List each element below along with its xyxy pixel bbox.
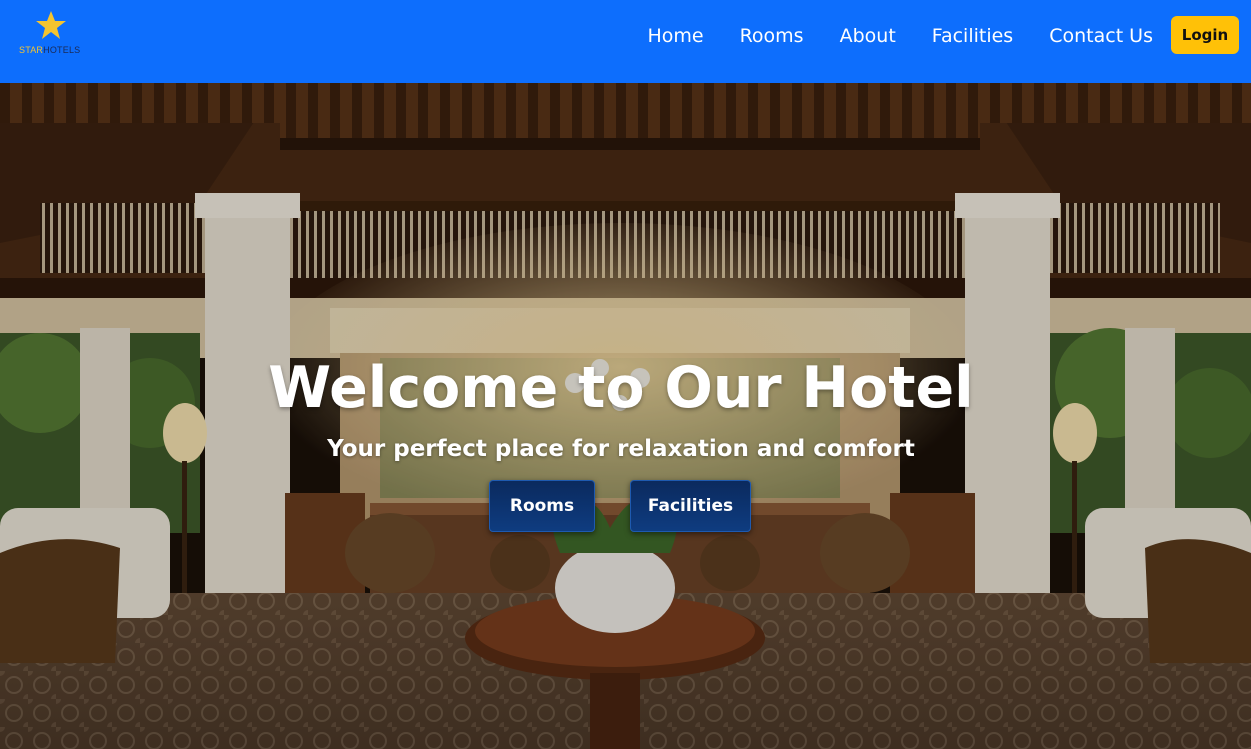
nav-link-rooms[interactable]: Rooms xyxy=(740,25,804,47)
star-icon xyxy=(36,11,66,39)
nav-link-home[interactable]: Home xyxy=(647,25,703,47)
brand-name: STARHOTELS xyxy=(19,45,80,55)
hero-facilities-button[interactable]: Facilities xyxy=(630,480,751,532)
nav-link-facilities[interactable]: Facilities xyxy=(932,25,1013,47)
nav-menu: Home Rooms About Facilities Contact Us xyxy=(611,0,1153,72)
hero-section: Welcome to Our Hotel Your perfect place … xyxy=(0,83,1251,749)
hero-rooms-button[interactable]: Rooms xyxy=(489,480,595,532)
hero-subtitle: Your perfect place for relaxation and co… xyxy=(327,436,915,462)
brand-name-hotels: HOTELS xyxy=(43,45,81,55)
nav-link-about[interactable]: About xyxy=(840,25,896,47)
brand-name-star: STAR xyxy=(19,45,44,55)
login-button[interactable]: Login xyxy=(1171,16,1239,54)
brand-logo[interactable]: STARHOTELS xyxy=(18,10,88,60)
navbar: STARHOTELS Home Rooms About Facilities C… xyxy=(0,0,1251,83)
hero-title: Welcome to Our Hotel xyxy=(268,355,974,421)
nav-link-contact[interactable]: Contact Us xyxy=(1049,25,1153,47)
